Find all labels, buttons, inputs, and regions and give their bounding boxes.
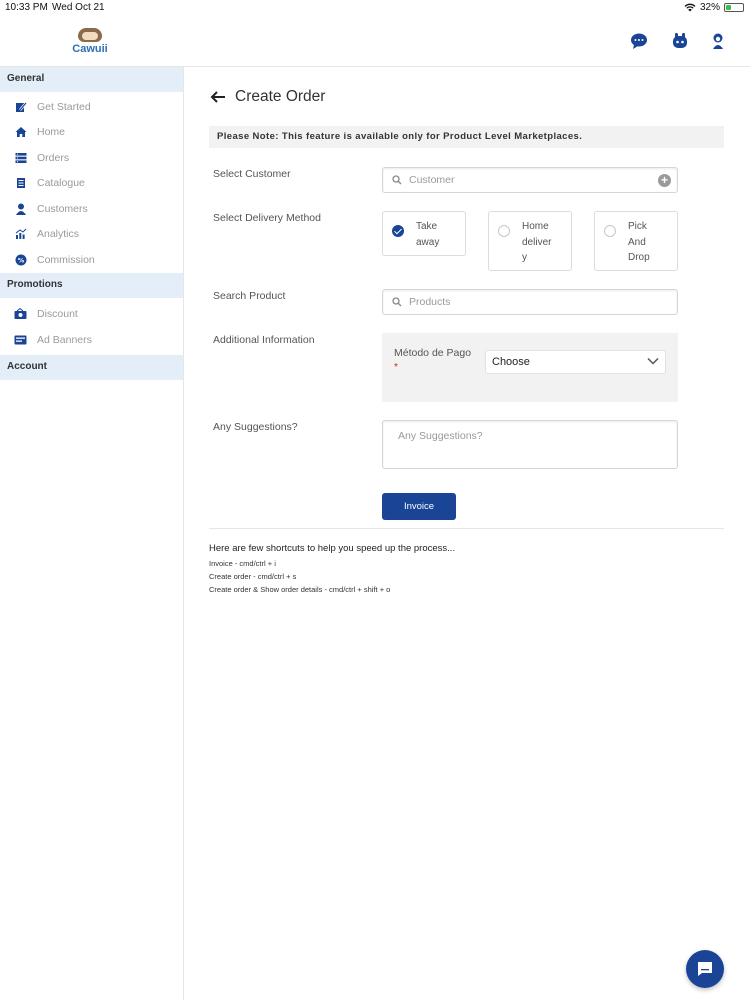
- catalogue-icon: [14, 177, 27, 190]
- sidebar-section-promotions[interactable]: Promotions: [0, 272, 183, 298]
- app-logo[interactable]: Cawuii: [70, 28, 110, 55]
- sidebar-item-commission[interactable]: % Commission: [0, 247, 183, 273]
- shortcut-line: Create order & Show order details - cmd/…: [209, 585, 391, 594]
- suggestions-placeholder: Any Suggestions?: [398, 430, 483, 442]
- sidebar-section-account[interactable]: Account: [0, 354, 183, 380]
- delivery-option-label: Pick And Drop: [628, 221, 650, 263]
- chat-icon: [698, 962, 712, 976]
- status-date: Wed Oct 21: [52, 2, 105, 13]
- create-order-panel: Create Order Please Note: This feature i…: [184, 67, 750, 1000]
- commission-icon: %: [14, 253, 27, 266]
- sidebar-item-customers[interactable]: Customers: [0, 196, 183, 222]
- delivery-radio: [392, 225, 404, 237]
- sidebar-item-label: Ad Banners: [37, 333, 92, 346]
- status-right: 32%: [684, 2, 744, 13]
- shortcut-line: Invoice - cmd/ctrl + i: [209, 559, 276, 568]
- payment-method-label: Método de Pago: [394, 347, 472, 359]
- payment-method-select[interactable]: Choose: [485, 350, 666, 374]
- delivery-method-label: Select Delivery Method: [213, 212, 321, 224]
- sloth-logo-icon: [78, 28, 102, 42]
- delivery-option-pick-and-drop[interactable]: Pick And Drop: [594, 211, 678, 271]
- sidebar-item-label: Discount: [37, 308, 78, 321]
- logo-text: Cawuii: [72, 43, 108, 55]
- bot-icon[interactable]: [670, 32, 690, 50]
- sidebar-item-ad-banners[interactable]: Ad Banners: [0, 327, 183, 353]
- sidebar-item-discount[interactable]: Discount: [0, 302, 183, 328]
- support-chat-icon[interactable]: [629, 32, 649, 50]
- status-bar: 10:33 PM Wed Oct 21 32%: [0, 0, 750, 16]
- suggestions-textarea[interactable]: Any Suggestions?: [382, 420, 678, 469]
- discount-icon: [14, 308, 27, 321]
- user-profile-icon[interactable]: [708, 32, 728, 50]
- delivery-option-label: Home deliver y: [522, 221, 552, 263]
- sidebar-item-label: Customers: [37, 202, 88, 215]
- required-marker: *: [394, 362, 398, 373]
- search-icon: [392, 297, 402, 307]
- shortcuts-intro: Here are few shortcuts to help you speed…: [209, 543, 456, 554]
- shortcut-line: Create order - cmd/ctrl + s: [209, 572, 297, 581]
- marketplace-note: Please Note: This feature is available o…: [209, 126, 724, 148]
- suggestions-label: Any Suggestions?: [213, 421, 298, 433]
- delivery-option-label: Take away: [416, 221, 440, 248]
- svg-text:%: %: [17, 256, 24, 264]
- sidebar-item-analytics[interactable]: Analytics: [0, 222, 183, 248]
- add-customer-icon[interactable]: +: [658, 174, 671, 187]
- search-product-label: Search Product: [213, 290, 286, 302]
- battery-percent: 32%: [699, 2, 720, 13]
- sidebar-item-orders[interactable]: Orders: [0, 145, 183, 171]
- chevron-down-icon: [647, 357, 659, 365]
- divider: [209, 528, 724, 529]
- app-header: Cawuii: [0, 16, 750, 67]
- home-icon: [14, 126, 27, 139]
- product-search-input[interactable]: Products: [382, 289, 678, 315]
- sidebar-item-label: Home: [37, 126, 66, 139]
- sidebar-item-label: Catalogue: [37, 177, 85, 190]
- sidebar-item-home[interactable]: Home: [0, 120, 183, 146]
- status-time: 10:33 PM: [5, 2, 48, 13]
- wifi-icon: [684, 3, 696, 12]
- sidebar-section-general[interactable]: General: [0, 67, 183, 92]
- sidebar-item-label: Analytics: [37, 228, 80, 241]
- sidebar-item-label: Get Started: [37, 100, 91, 113]
- sidebar: General Get Started Home Orders Catalogu…: [0, 67, 184, 1000]
- sidebar-item-get-started[interactable]: Get Started: [0, 94, 183, 120]
- chat-button[interactable]: [686, 950, 724, 988]
- battery-icon: [724, 3, 744, 12]
- page-header: Create Order: [209, 88, 325, 106]
- sidebar-item-label: Orders: [37, 151, 70, 164]
- customer-search-input[interactable]: Customer +: [382, 167, 678, 193]
- delivery-radio: [604, 225, 616, 237]
- sidebar-item-catalogue[interactable]: Catalogue: [0, 171, 183, 197]
- page-title: Create Order: [235, 88, 326, 105]
- orders-icon: [14, 151, 27, 164]
- select-value: Choose: [492, 356, 530, 368]
- delivery-radio: [498, 225, 510, 237]
- back-arrow-icon[interactable]: [209, 88, 227, 106]
- product-placeholder: Products: [409, 296, 451, 308]
- ad-banners-icon: [14, 333, 27, 346]
- delivery-option-takeaway[interactable]: Take away: [382, 211, 466, 256]
- sidebar-item-label: Commission: [37, 253, 95, 266]
- analytics-icon: [14, 228, 27, 241]
- additional-info-label: Additional Information: [213, 334, 315, 346]
- additional-info-panel: Método de Pago * Choose: [382, 333, 678, 402]
- invoice-button[interactable]: Invoice: [382, 493, 456, 520]
- search-icon: [392, 175, 402, 185]
- get-started-icon: [14, 100, 27, 113]
- select-customer-label: Select Customer: [213, 168, 291, 180]
- delivery-option-home-delivery[interactable]: Home deliver y: [488, 211, 572, 271]
- customer-placeholder: Customer: [409, 174, 455, 186]
- customers-icon: [14, 202, 27, 215]
